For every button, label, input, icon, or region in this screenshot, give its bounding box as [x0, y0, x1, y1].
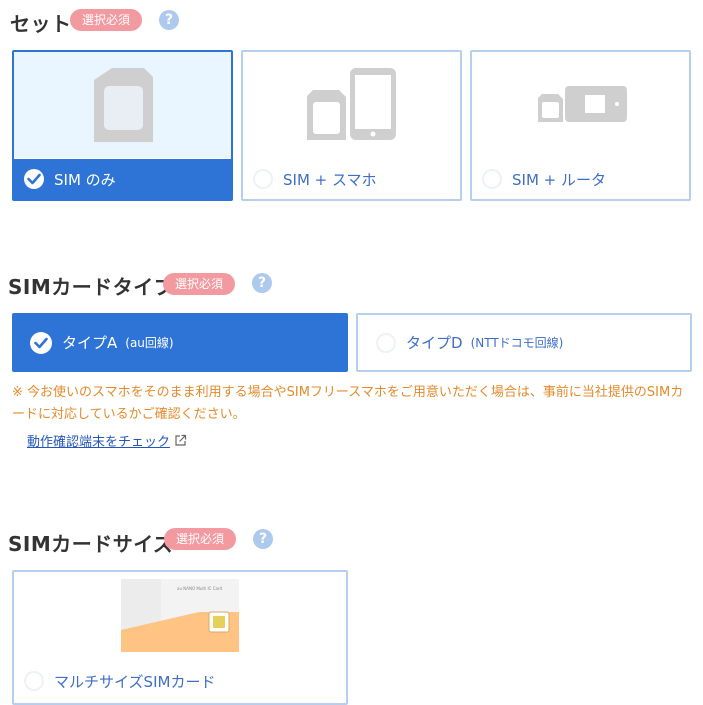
radio-button[interactable]	[376, 332, 396, 353]
sim-size-section-title: SIMカードサイズ	[8, 532, 174, 556]
set-option-sim-router[interactable]: SIM + ルータ	[470, 50, 691, 201]
set-option-image-area	[14, 52, 231, 158]
set-option-sim-only[interactable]: SIM のみ	[12, 50, 233, 201]
compatibility-note: ※ 今お使いのスマホをそのまま利用する場合やSIMフリースマホをご用意いただく場…	[12, 385, 684, 422]
sim-size-option-footer: マルチサイズSIMカード	[14, 663, 346, 699]
sim-type-option-network: (au回線)	[125, 336, 174, 350]
set-option-image-area	[243, 52, 460, 158]
sim-type-option-label: タイプD	[406, 334, 463, 352]
radio-button[interactable]	[24, 671, 44, 691]
help-icon[interactable]: ?	[159, 10, 179, 30]
required-badge: 選択必須	[164, 528, 237, 550]
external-link-icon	[175, 434, 187, 446]
check-devices-link-row[interactable]: 動作確認端末をチェック	[27, 431, 187, 450]
check-devices-link[interactable]: 動作確認端末をチェック	[27, 431, 170, 450]
sim-size-option-label: マルチサイズSIMカード	[54, 672, 216, 691]
sim-and-smartphone-icon	[307, 68, 396, 140]
sim-card-icon	[94, 68, 153, 142]
radio-button[interactable]	[482, 169, 502, 189]
sim-size-image-area: au NANO Multi IC Card	[14, 572, 346, 667]
set-option-label: SIM + スマホ	[283, 170, 377, 189]
sim-type-section-title: SIMカードタイプ	[8, 275, 175, 299]
sim-card-printed-text: au NANO Multi IC Card	[177, 586, 223, 591]
help-icon[interactable]: ?	[252, 273, 272, 293]
sim-type-option-label: タイプA	[62, 334, 118, 352]
set-option-image-area	[472, 52, 689, 158]
sim-size-option-multi[interactable]: au NANO Multi IC Card マルチサイズSIMカード	[12, 570, 348, 705]
set-option-sim-smartphone[interactable]: SIM + スマホ	[241, 50, 462, 201]
radio-button[interactable]	[253, 169, 273, 189]
required-badge: 選択必須	[70, 9, 143, 31]
sim-and-router-icon	[538, 86, 627, 122]
check-icon	[30, 331, 52, 354]
set-section-title: セット	[10, 12, 72, 36]
sim-type-option-a[interactable]: タイプA (au回線)	[12, 313, 348, 372]
set-option-label: SIM のみ	[54, 170, 116, 189]
set-option-label: SIM + ルータ	[512, 170, 606, 189]
set-option-footer: SIM + スマホ	[243, 159, 460, 199]
sim-type-option-d[interactable]: タイプD (NTTドコモ回線)	[356, 313, 692, 372]
help-icon[interactable]: ?	[253, 529, 273, 549]
required-badge: 選択必須	[163, 273, 236, 295]
sim-type-option-network: (NTTドコモ回線)	[470, 336, 564, 350]
check-icon	[24, 169, 44, 189]
set-option-footer: SIM のみ	[14, 159, 231, 199]
set-option-footer: SIM + ルータ	[472, 159, 689, 199]
